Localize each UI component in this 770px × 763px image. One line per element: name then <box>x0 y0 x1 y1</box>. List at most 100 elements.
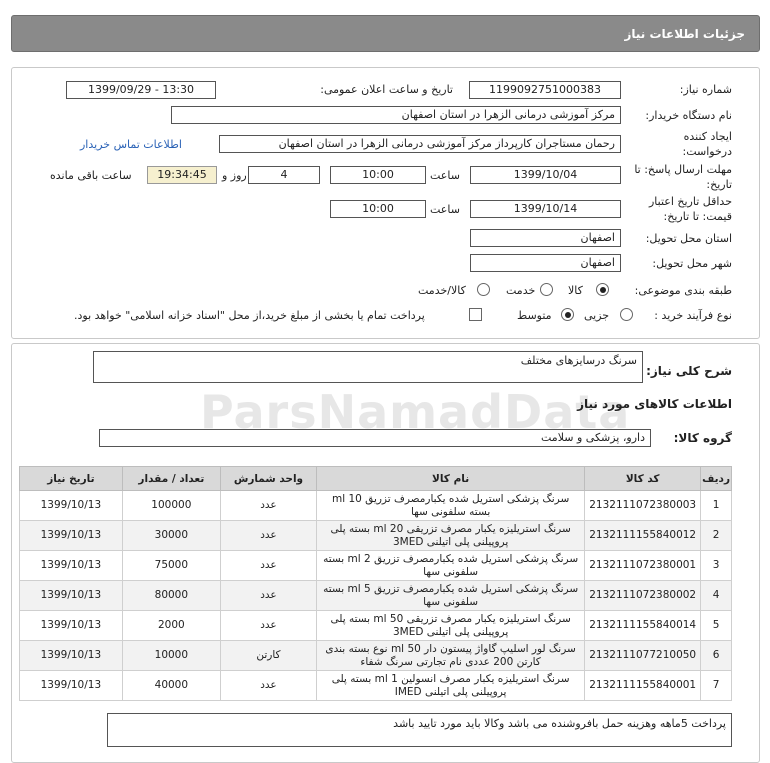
process-option-minor: جزیی <box>584 309 610 322</box>
buyer-contact-link[interactable]: اطلاعات تماس خریدار <box>80 138 182 151</box>
cell-code: 2132111072380003 <box>584 490 702 521</box>
cell-unit: عدد <box>219 520 318 551</box>
treasury-payment-checkbox[interactable] <box>469 308 482 321</box>
cell-code: 2132111077210050 <box>584 640 702 671</box>
goods-table-header: ردیف کد کالا نام کالا واحد شمارش تعداد /… <box>19 466 732 491</box>
reply-date-field: 1399/10/04 <box>470 166 621 184</box>
cell-row: 1 <box>700 490 732 521</box>
cell-qty: 30000 <box>121 520 221 551</box>
cell-code: 2132111072380002 <box>584 580 702 611</box>
process-option-medium: متوسط <box>517 309 552 322</box>
table-row: 1 2132111072380003 سرنگ پزشکی استریل شده… <box>19 490 732 521</box>
cell-code: 2132111155840001 <box>584 670 702 701</box>
table-row: 7 2132111155840001 سرنگ استریلیزه یکبار … <box>19 670 732 701</box>
cell-row: 7 <box>700 670 732 701</box>
announce-datetime-label: تاریخ و ساعت اعلان عمومی: <box>320 83 453 96</box>
table-row: 4 2132111072380002 سرنگ پزشکی استریل شده… <box>19 580 732 611</box>
need-number-label: شماره نیاز: <box>679 83 732 96</box>
delivery-province-field: اصفهان <box>470 229 621 247</box>
cell-name: سرنگ پزشکی استریل شده یکبارمصرف تزریق 5 … <box>315 580 586 611</box>
remaining-label: ساعت باقی مانده <box>50 169 132 182</box>
table-row: 3 2132111072380001 سرنگ پزشکی استریل شده… <box>19 550 732 581</box>
cell-name: سرنگ استریلیزه یکبار مصرف انسولین 1 ml ب… <box>315 670 586 701</box>
general-desc-field: سرنگ درسایزهای مختلف <box>93 351 643 383</box>
cell-unit: عدد <box>219 580 318 611</box>
need-number-field: 1199092751000383 <box>469 81 621 99</box>
day-and-label: روز و <box>222 169 247 182</box>
cell-name: سرنگ استریلیزه یکبار مصرف تزریقی 50 ml ب… <box>315 610 586 641</box>
delivery-province-label: استان محل تحویل: <box>645 232 732 245</box>
cell-qty: 75000 <box>121 550 221 581</box>
cell-name: سرنگ لور اسلیپ گاواژ پیستون دار 50 ml نو… <box>315 640 586 671</box>
cell-name: سرنگ پزشکی استریل شده یکبارمصرف تزریق 2 … <box>315 550 586 581</box>
validity-date-field: 1399/10/14 <box>470 200 621 218</box>
cell-code: 2132111155840012 <box>584 520 702 551</box>
cell-qty: 2000 <box>121 610 221 641</box>
delivery-city-field: اصفهان <box>470 254 621 272</box>
goods-info-heading: اطلاعات کالاهای مورد نیاز <box>577 397 732 411</box>
cell-row: 5 <box>700 610 732 641</box>
table-row: 5 2132111155840014 سرنگ استریلیزه یکبار … <box>19 610 732 641</box>
col-qty: تعداد / مقدار <box>121 466 221 491</box>
cell-qty: 100000 <box>121 490 221 521</box>
general-desc-label: شرح کلی نیاز: <box>646 364 732 378</box>
announce-datetime-field: 1399/09/29 - 13:30 <box>66 81 216 99</box>
category-radio-goods[interactable] <box>596 283 609 296</box>
process-radio-medium[interactable] <box>561 308 574 321</box>
cell-unit: عدد <box>219 550 318 581</box>
price-validity-label: حداقل تاریخ اعتبار قیمت: تا تاریخ: <box>648 195 732 223</box>
goods-table: ردیف کد کالا نام کالا واحد شمارش تعداد /… <box>19 466 732 701</box>
days-left-field: 4 <box>248 166 320 184</box>
cell-date: 1399/10/13 <box>19 580 123 611</box>
cell-qty: 10000 <box>121 640 221 671</box>
validity-hour-label: ساعت <box>430 203 460 216</box>
cell-date: 1399/10/13 <box>19 640 123 671</box>
category-option-goods-service: کالا/خدمت <box>418 284 466 297</box>
cell-row: 6 <box>700 640 732 671</box>
process-radio-minor[interactable] <box>620 308 633 321</box>
cell-name: سرنگ پزشکی استریل شده یکبارمصرف تزریق 10… <box>315 490 586 521</box>
reply-hour-label: ساعت <box>430 169 460 182</box>
cell-qty: 80000 <box>121 580 221 611</box>
cell-date: 1399/10/13 <box>19 490 123 521</box>
col-code: کد کالا <box>584 466 702 491</box>
cell-qty: 40000 <box>121 670 221 701</box>
page-title: جزئیات اطلاعات نیاز <box>624 26 745 41</box>
time-left-countdown: 19:34:45 <box>147 166 217 184</box>
buyer-org-label: نام دستگاه خریدار: <box>645 109 732 122</box>
cell-unit: عدد <box>219 670 318 701</box>
cell-row: 4 <box>700 580 732 611</box>
col-date: تاریخ نیاز <box>19 466 123 491</box>
table-row: 2 2132111155840012 سرنگ استریلیزه یکبار … <box>19 520 732 551</box>
reply-time-field: 10:00 <box>330 166 426 184</box>
goods-group-field: دارو، پزشکی و سلامت <box>99 429 651 447</box>
cell-date: 1399/10/13 <box>19 520 123 551</box>
category-radio-service[interactable] <box>540 283 553 296</box>
category-option-goods: کالا <box>568 284 583 297</box>
cell-code: 2132111072380001 <box>584 550 702 581</box>
treasury-payment-note: پرداخت تمام یا بخشی از مبلغ خرید،از محل … <box>74 309 425 322</box>
col-name: نام کالا <box>315 466 586 491</box>
col-unit: واحد شمارش <box>219 466 318 491</box>
category-option-service: خدمت <box>506 284 536 297</box>
cell-date: 1399/10/13 <box>19 670 123 701</box>
cell-code: 2132111155840014 <box>584 610 702 641</box>
category-radio-goods-service[interactable] <box>477 283 490 296</box>
reply-deadline-label: مهلت ارسال پاسخ: تا تاریخ: <box>634 163 732 191</box>
purchase-process-label: نوع فرآیند خرید : <box>654 309 732 322</box>
request-creator-field: رحمان مستاجران کارپرداز مرکز آموزشی درما… <box>219 135 621 153</box>
delivery-city-label: شهر محل تحویل: <box>652 257 732 270</box>
request-creator-label: ایجاد کننده درخواست: <box>682 130 732 158</box>
cell-unit: کارتن <box>219 640 318 671</box>
col-row: ردیف <box>700 466 732 491</box>
page-title-bar: جزئیات اطلاعات نیاز <box>11 15 760 52</box>
goods-group-label: گروه کالا: <box>673 431 732 445</box>
table-row: 6 2132111077210050 سرنگ لور اسلیپ گاواژ … <box>19 640 732 671</box>
cell-row: 3 <box>700 550 732 581</box>
cell-unit: عدد <box>219 490 318 521</box>
footer-note-field: پرداخت 5ماهه وهزینه حمل بافروشنده می باش… <box>107 713 732 747</box>
cell-unit: عدد <box>219 610 318 641</box>
buyer-org-field: مرکز آموزشی درمانی الزهرا در استان اصفها… <box>171 106 621 124</box>
cell-row: 2 <box>700 520 732 551</box>
cell-date: 1399/10/13 <box>19 550 123 581</box>
